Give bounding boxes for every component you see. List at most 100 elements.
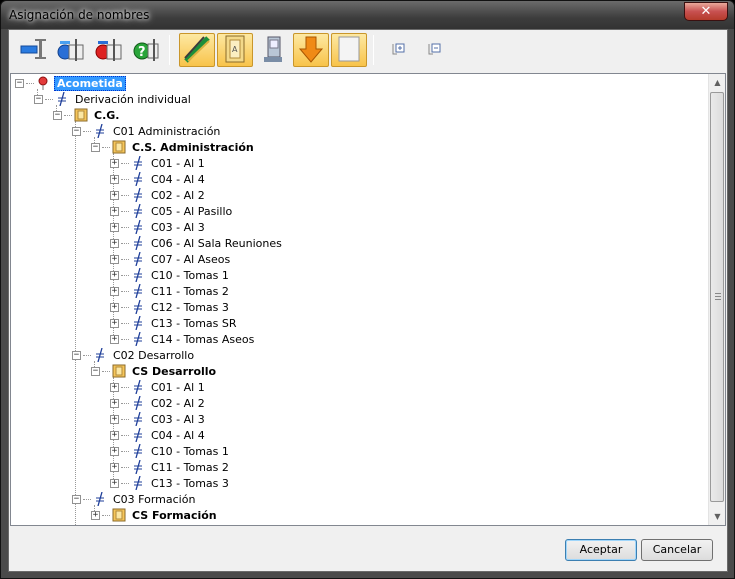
- scroll-up-icon[interactable]: ▲: [709, 74, 725, 91]
- tree-node-label[interactable]: C03 - Al 3: [149, 413, 207, 426]
- tree-node-label[interactable]: C10 - Tomas 1: [149, 269, 231, 282]
- tree-node-label[interactable]: C07 - Al Aseos: [149, 253, 232, 266]
- tree-node[interactable]: + C05 - Al Pasillo: [110, 203, 234, 219]
- expand-icon[interactable]: +: [110, 270, 119, 280]
- expand-icon[interactable]: +: [110, 318, 119, 328]
- tree-node[interactable]: − C03 Formación: [72, 491, 197, 507]
- tree-node-label[interactable]: Derivación individual: [73, 93, 193, 106]
- expand-all[interactable]: [389, 41, 407, 59]
- tree-node[interactable]: + C01 - Al 1: [110, 155, 207, 171]
- scroll-down-icon[interactable]: ▼: [709, 508, 725, 525]
- tree-node-label[interactable]: CS Desarrollo: [130, 365, 218, 378]
- tree-node-label[interactable]: C03 - Al 3: [149, 221, 207, 234]
- expand-icon[interactable]: +: [110, 334, 119, 344]
- tree-node[interactable]: + C04 - Al 4: [110, 171, 207, 187]
- vertical-scrollbar[interactable]: ▲ ▼: [708, 74, 725, 525]
- tree-node-label[interactable]: C11 - Tomas 2: [149, 285, 231, 298]
- accept-button[interactable]: Aceptar: [565, 539, 637, 561]
- tree-node[interactable]: + C14 - Tomas Aseos: [110, 331, 256, 347]
- toolbar-button-4[interactable]: ?: [129, 33, 165, 67]
- collapse-icon[interactable]: −: [91, 366, 100, 376]
- toolbar-button-3[interactable]: [91, 33, 127, 67]
- tree-node[interactable]: + C07 - Al Aseos: [110, 251, 232, 267]
- close-button[interactable]: ✕: [684, 2, 728, 21]
- title-bar[interactable]: Asignación de nombres ✕: [1, 1, 734, 29]
- tree-node-label[interactable]: C01 Administración: [111, 125, 222, 138]
- collapse-icon[interactable]: −: [72, 494, 81, 504]
- expand-icon[interactable]: +: [110, 430, 119, 440]
- collapse-all[interactable]: [425, 41, 443, 59]
- tree-node[interactable]: + C04 - Al 4: [110, 427, 207, 443]
- collapse-icon[interactable]: −: [53, 110, 62, 120]
- tree-node-label[interactable]: Acometida: [54, 75, 126, 91]
- tree-node[interactable]: + C10 - Tomas 1: [110, 443, 231, 459]
- tree-node[interactable]: − CS Desarrollo: [91, 363, 218, 379]
- expand-icon[interactable]: +: [110, 286, 119, 296]
- tree-node[interactable]: − Acometida: [15, 75, 126, 91]
- expand-icon[interactable]: +: [110, 478, 119, 488]
- collapse-icon[interactable]: −: [15, 78, 24, 88]
- tree-node-label[interactable]: C06 - Al Sala Reuniones: [149, 237, 284, 250]
- tree-node[interactable]: + C02 - Al 2: [110, 395, 207, 411]
- expand-icon[interactable]: +: [110, 238, 119, 248]
- collapse-icon[interactable]: −: [34, 94, 43, 104]
- tree-node-label[interactable]: C04 - Al 4: [149, 429, 207, 442]
- tree-node-label[interactable]: C02 Desarrollo: [111, 349, 196, 362]
- expand-icon[interactable]: +: [110, 158, 119, 168]
- expand-icon[interactable]: +: [110, 382, 119, 392]
- toolbar-button-1[interactable]: [15, 33, 51, 67]
- expand-icon[interactable]: +: [110, 174, 119, 184]
- tree-view[interactable]: − Acometida − Derivación individual − C.G. − C0…: [10, 73, 726, 526]
- tree-node-label[interactable]: C.G.: [92, 109, 121, 122]
- tree-node[interactable]: − Derivación individual: [34, 91, 193, 107]
- tree-node[interactable]: + C11 - Tomas 2: [110, 283, 231, 299]
- tree-node-label[interactable]: C.S. Administración: [130, 141, 256, 154]
- tree-node-label[interactable]: C13 - Tomas 3: [149, 477, 231, 490]
- tree-node-label[interactable]: C14 - Tomas Aseos: [149, 333, 256, 346]
- tree-node-label[interactable]: C02 - Al 2: [149, 397, 207, 410]
- expand-icon[interactable]: +: [110, 222, 119, 232]
- tree-node-label[interactable]: C12 - Tomas 3: [149, 301, 231, 314]
- toolbar-button-7[interactable]: [255, 33, 291, 67]
- tree-node[interactable]: + C02 - Al 2: [110, 187, 207, 203]
- collapse-icon[interactable]: −: [72, 350, 81, 360]
- collapse-icon[interactable]: −: [91, 142, 100, 152]
- tree-node[interactable]: + C11 - Tomas 2: [110, 459, 231, 475]
- toolbar-button-2[interactable]: [53, 33, 89, 67]
- expand-icon[interactable]: +: [110, 414, 119, 424]
- tree-node[interactable]: + C03 - Al 3: [110, 219, 207, 235]
- tree-node-label[interactable]: C13 - Tomas SR: [149, 317, 239, 330]
- tree-node[interactable]: − C01 Administración: [72, 123, 222, 139]
- collapse-icon[interactable]: −: [72, 126, 81, 136]
- scroll-thumb[interactable]: [710, 92, 724, 502]
- tree-node-label[interactable]: C03 Formación: [111, 493, 197, 506]
- tree-node[interactable]: + C06 - Al Sala Reuniones: [110, 235, 284, 251]
- tree-node-label[interactable]: C01 - Al 1: [149, 381, 207, 394]
- tree-node[interactable]: + C03 - Al 3: [110, 411, 207, 427]
- tree-node[interactable]: − C02 Desarrollo: [72, 347, 196, 363]
- tree-node[interactable]: + C12 - Tomas 3: [110, 299, 231, 315]
- tree-node[interactable]: + C13 - Tomas SR: [110, 315, 239, 331]
- toolbar-button-5[interactable]: [179, 33, 215, 67]
- toolbar-button-6[interactable]: A: [217, 33, 253, 67]
- toolbar-button-9[interactable]: [331, 33, 367, 67]
- tree-node-label[interactable]: C01 - Al 1: [149, 157, 207, 170]
- tree-node[interactable]: + C10 - Tomas 1: [110, 267, 231, 283]
- cancel-button[interactable]: Cancelar: [641, 539, 713, 561]
- expand-icon[interactable]: +: [110, 302, 119, 312]
- tree-node-label[interactable]: CS Formación: [130, 509, 219, 522]
- toolbar-button-8[interactable]: [293, 33, 329, 67]
- expand-icon[interactable]: +: [110, 398, 119, 408]
- tree-node-label[interactable]: C11 - Tomas 2: [149, 461, 231, 474]
- tree-node[interactable]: − C.S. Administración: [91, 139, 256, 155]
- expand-icon[interactable]: +: [110, 190, 119, 200]
- tree-node-label[interactable]: C04 - Al 4: [149, 173, 207, 186]
- tree-node-label[interactable]: C10 - Tomas 1: [149, 445, 231, 458]
- expand-icon[interactable]: +: [91, 510, 100, 520]
- tree-node[interactable]: − C.G.: [53, 107, 121, 123]
- expand-icon[interactable]: +: [110, 254, 119, 264]
- tree-node-label[interactable]: C02 - Al 2: [149, 189, 207, 202]
- expand-icon[interactable]: +: [110, 206, 119, 216]
- tree-node-label[interactable]: C05 - Al Pasillo: [149, 205, 234, 218]
- tree-node[interactable]: + C01 - Al 1: [110, 379, 207, 395]
